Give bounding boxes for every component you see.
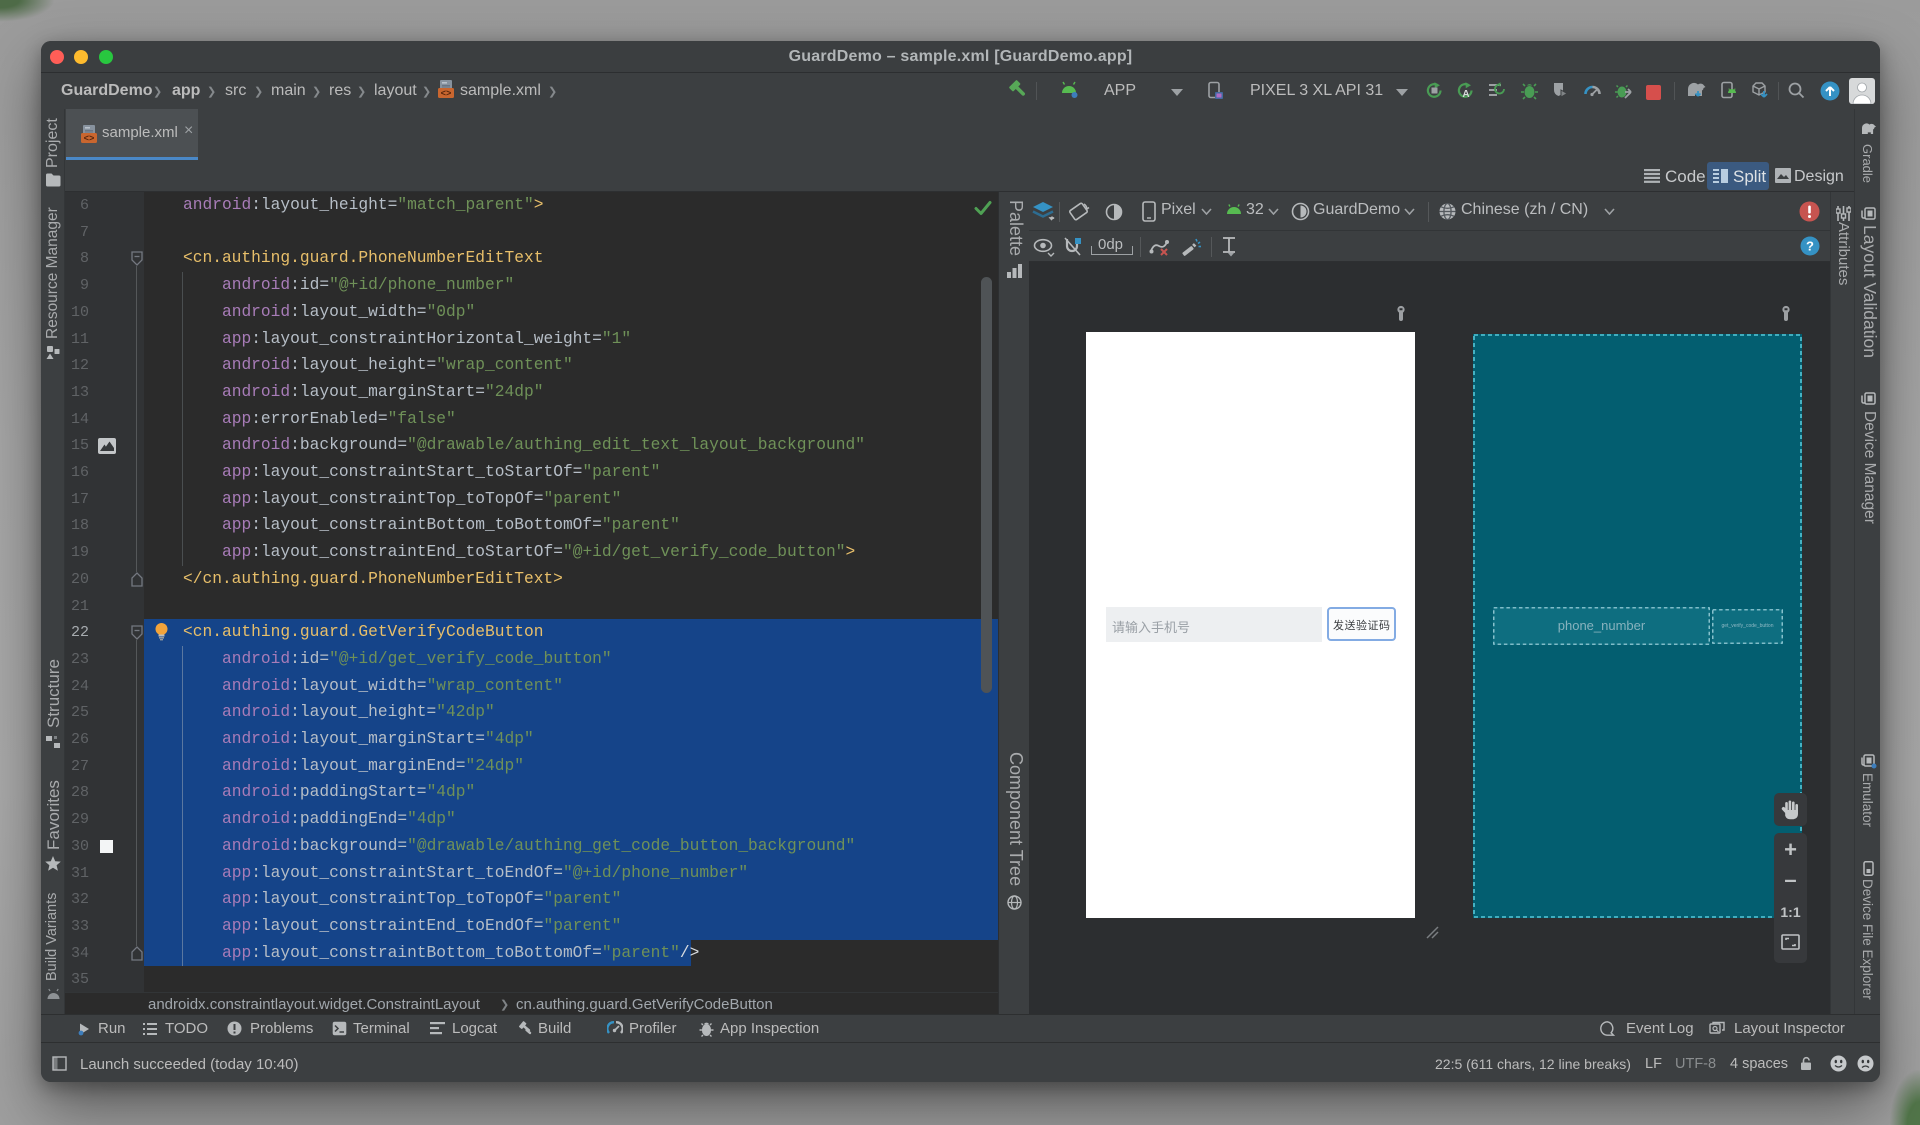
svg-text:?: ? <box>1806 239 1814 254</box>
svg-text:<>: <> <box>84 134 95 144</box>
svg-text:<>: <> <box>441 89 452 99</box>
svg-text:A: A <box>1462 89 1469 100</box>
